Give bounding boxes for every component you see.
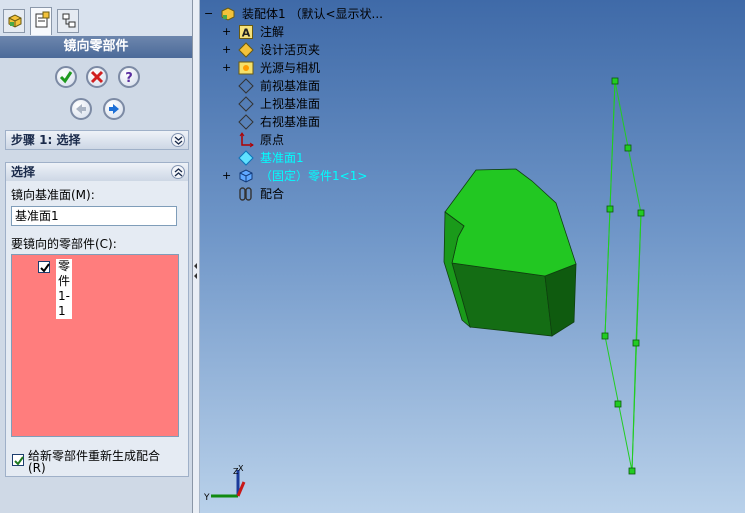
configuration-icon	[62, 13, 76, 28]
lights-icon	[238, 61, 254, 75]
chevron-down-icon	[174, 136, 183, 145]
reference-triad: Y Z X	[203, 464, 246, 503]
property-manager-title: 镜向零部件	[0, 36, 192, 58]
triad-x-label: X	[238, 464, 244, 473]
tree-label: 设计活页夹	[260, 43, 321, 57]
plane-handle[interactable]	[614, 400, 622, 408]
help-icon: ?	[125, 71, 133, 85]
expand-icon[interactable]: +	[222, 62, 231, 73]
tree-label: 上视基准面	[260, 97, 321, 111]
plane-handle[interactable]	[606, 205, 614, 213]
origin-icon	[239, 132, 254, 148]
panel-splitter[interactable]	[193, 0, 200, 513]
graphics-area[interactable]: − 装配体1 （默认<显示状... + A 注解 + 设计活页夹 + 光源与相机…	[200, 0, 745, 513]
select-section-title: 选择	[11, 165, 36, 179]
collapse-icon[interactable]: −	[204, 8, 213, 19]
tree-item-top-plane[interactable]: 上视基准面	[222, 96, 372, 114]
tree-label: 基准面1	[260, 151, 304, 165]
plane-handle[interactable]	[611, 77, 619, 85]
cancel-button[interactable]	[86, 66, 108, 88]
tree-item-annotations[interactable]: + A 注解	[222, 24, 372, 42]
components-to-mirror-label: 要镜向的零部件(C):	[11, 237, 117, 251]
plane-icon	[238, 150, 254, 166]
assembly-icon	[8, 14, 22, 28]
tree-label: 原点	[260, 133, 285, 147]
plane-icon	[238, 78, 254, 94]
tree-item-mates[interactable]: 配合	[222, 186, 372, 204]
tree-item-lights-cameras[interactable]: + 光源与相机	[222, 60, 372, 78]
collapse-section-button[interactable]	[171, 165, 185, 179]
expand-section-button[interactable]	[171, 133, 185, 147]
part-icon	[239, 169, 253, 183]
plane-handle[interactable]	[637, 209, 645, 217]
components-to-mirror-list[interactable]: 零件1-1	[11, 254, 179, 437]
plane-icon	[238, 96, 254, 112]
tree-item-front-plane[interactable]: 前视基准面	[222, 78, 372, 96]
tree-label: 右视基准面	[260, 115, 321, 129]
plane-handle[interactable]	[632, 339, 640, 347]
annotation-icon: A	[239, 25, 253, 40]
previous-button[interactable]	[70, 98, 92, 120]
triad-y-label: Y	[203, 493, 210, 503]
plane-handle[interactable]	[601, 332, 609, 340]
plane-handle[interactable]	[628, 467, 636, 475]
assembly-icon	[221, 7, 235, 21]
tree-item-design-binder[interactable]: + 设计活页夹	[222, 42, 372, 60]
checkmark-icon	[40, 263, 50, 273]
plane-handle[interactable]	[624, 144, 632, 152]
tree-label: （固定）零件1<1>	[260, 169, 368, 183]
tab-property-manager[interactable]	[30, 7, 52, 35]
mates-icon	[239, 187, 252, 201]
regenerate-mates-label: 给新零部件重新生成配合	[28, 449, 161, 463]
chevron-up-icon	[174, 168, 183, 177]
part-model[interactable]	[443, 168, 577, 337]
property-manager-panel: 镜向零部件 ? 步骤 1: 选择 选择 镜向基准面(M): 基准面1 要镜向的零…	[0, 0, 193, 513]
grip-icon	[194, 263, 197, 279]
tree-item-plane1[interactable]: 基准面1	[222, 150, 372, 168]
reference-plane[interactable]	[601, 77, 645, 475]
arrow-right-icon	[109, 104, 119, 114]
select-section-header[interactable]: 选择	[5, 162, 189, 182]
mirror-plane-label: 镜向基准面(M):	[11, 188, 95, 202]
tree-label: 配合	[260, 187, 285, 201]
checkmark-icon	[14, 456, 24, 466]
arrow-left-icon	[76, 104, 86, 114]
tree-label: 前视基准面	[260, 79, 321, 93]
regenerate-mates-accelerator: (R)	[28, 461, 46, 475]
component-checkbox[interactable]	[38, 261, 50, 273]
help-button[interactable]: ?	[118, 66, 140, 88]
expand-icon[interactable]: +	[222, 44, 231, 55]
tree-root[interactable]: − 装配体1 （默认<显示状...	[204, 6, 404, 24]
svg-text:?: ?	[125, 71, 133, 85]
next-button[interactable]	[103, 98, 125, 120]
regenerate-mates-checkbox[interactable]	[12, 454, 24, 466]
svg-text:A: A	[242, 27, 251, 40]
design-binder-icon	[238, 42, 254, 58]
tree-label: 光源与相机	[260, 61, 321, 75]
expand-icon[interactable]: +	[222, 26, 231, 37]
close-icon	[90, 70, 104, 84]
mirror-plane-field[interactable]: 基准面1	[11, 206, 177, 226]
component-name: 零件1-1	[56, 259, 73, 319]
checkmark-icon	[59, 71, 73, 84]
tree-label: 注解	[260, 25, 285, 39]
property-manager-icon	[35, 11, 50, 28]
step1-section-header[interactable]: 步骤 1: 选择	[5, 130, 189, 150]
expand-icon[interactable]: +	[222, 170, 231, 181]
tab-feature-manager[interactable]	[3, 9, 25, 33]
manager-tabs	[0, 0, 192, 36]
tree-item-right-plane[interactable]: 右视基准面	[222, 114, 372, 132]
tree-item-origin[interactable]: 原点	[222, 132, 372, 150]
plane-icon	[238, 114, 254, 130]
tab-configuration-manager[interactable]	[57, 9, 79, 33]
ok-button[interactable]	[55, 66, 77, 88]
step1-section-title: 步骤 1: 选择	[11, 133, 81, 147]
tree-item-part1[interactable]: + （固定）零件1<1>	[222, 168, 422, 186]
tree-label: 装配体1 （默认<显示状...	[242, 7, 383, 21]
